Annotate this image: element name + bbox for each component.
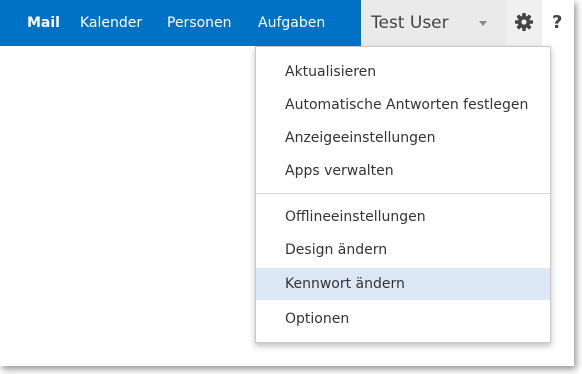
menu-divider [256,193,550,194]
menu-item-optionen[interactable]: Optionen [256,303,550,335]
settings-button[interactable] [506,0,542,46]
top-navigation-bar: Mail Kalender Personen Aufgaben Test Use… [0,0,574,46]
nav-kalender[interactable]: Kalender [80,0,142,46]
menu-item-apps-verwalten[interactable]: Apps verwalten [256,155,550,187]
gear-icon [515,13,533,31]
settings-dropdown-menu: Aktualisieren Automatische Antworten fes… [255,46,551,343]
nav-mail[interactable]: Mail [27,0,60,46]
menu-item-design-aendern[interactable]: Design ändern [256,234,550,266]
menu-item-anzeigeeinstellungen[interactable]: Anzeigeeinstellungen [256,122,550,154]
menu-item-automatische-antworten[interactable]: Automatische Antworten festlegen [256,89,550,121]
app-nav: Mail Kalender Personen Aufgaben [0,0,361,46]
menu-item-kennwort-aendern[interactable]: Kennwort ändern [256,268,550,300]
chevron-down-icon [479,21,487,26]
help-icon[interactable]: ? [552,0,562,46]
user-menu-button[interactable]: Test User [361,0,506,46]
nav-aufgaben[interactable]: Aufgaben [258,0,325,46]
menu-item-aktualisieren[interactable]: Aktualisieren [256,56,550,88]
menu-item-offlineeinstellungen[interactable]: Offlineeinstellungen [256,201,550,233]
app-window: Mail Kalender Personen Aufgaben Test Use… [0,0,574,366]
user-name: Test User [371,13,449,33]
nav-personen[interactable]: Personen [167,0,232,46]
